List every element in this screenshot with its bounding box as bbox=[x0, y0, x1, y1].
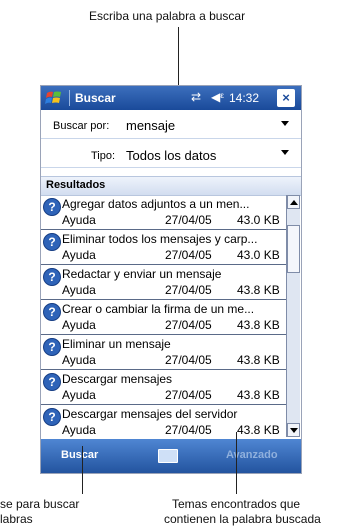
clock[interactable]: 14:32 bbox=[229, 91, 259, 105]
list-item[interactable]: ? Eliminar todos los mensajes y carp... … bbox=[41, 230, 286, 265]
search-button[interactable]: Buscar bbox=[61, 449, 98, 461]
item-category: Ayuda bbox=[62, 283, 96, 297]
item-size: 43.8 KB bbox=[237, 388, 280, 402]
title-bar: Buscar ⇄ ◀ᵋ 14:32 × bbox=[41, 86, 301, 110]
type-select[interactable]: Todos los datos bbox=[126, 148, 216, 163]
scroll-up-icon[interactable] bbox=[287, 195, 300, 209]
callout-bottom-right-1: Temas encontrados que bbox=[172, 497, 301, 511]
search-row: Buscar por: mensaje bbox=[41, 112, 301, 139]
item-date: 27/04/05 bbox=[165, 388, 212, 402]
list-item[interactable]: ? Descargar mensajes del servidor Ayuda … bbox=[41, 405, 286, 437]
item-size: 43.0 KB bbox=[237, 248, 280, 262]
item-date: 27/04/05 bbox=[165, 283, 212, 297]
search-dropdown-arrow-icon[interactable] bbox=[281, 121, 289, 126]
item-category: Ayuda bbox=[62, 353, 96, 367]
item-category: Ayuda bbox=[62, 248, 96, 262]
item-size: 43.8 KB bbox=[237, 353, 280, 367]
item-title: Crear o cambiar la firma de un me... bbox=[62, 302, 255, 316]
windows-logo-icon[interactable] bbox=[45, 89, 63, 107]
title-separator bbox=[69, 90, 70, 106]
item-title: Descargar mensajes bbox=[62, 372, 173, 386]
item-size: 43.8 KB bbox=[237, 423, 280, 437]
list-item[interactable]: ? Eliminar un mensaje Ayuda 27/04/05 43.… bbox=[41, 335, 286, 370]
callout-bottom-left-1: se para buscar bbox=[0, 497, 80, 511]
sync-icon[interactable]: ⇄ bbox=[191, 90, 201, 104]
item-title: Eliminar todos los mensajes y carp... bbox=[62, 232, 258, 246]
item-category: Ayuda bbox=[62, 318, 96, 332]
volume-icon[interactable]: ◀ᵋ bbox=[211, 90, 224, 104]
help-icon: ? bbox=[43, 198, 61, 216]
type-label: Tipo: bbox=[91, 150, 116, 162]
help-icon: ? bbox=[43, 338, 61, 356]
help-icon: ? bbox=[43, 303, 61, 321]
list-item[interactable]: ? Agregar datos adjuntos a un men... Ayu… bbox=[41, 195, 286, 230]
advanced-button[interactable]: Avanzado bbox=[226, 449, 278, 461]
type-row: Tipo: Todos los datos bbox=[41, 141, 301, 168]
item-category: Ayuda bbox=[62, 213, 96, 227]
item-category: Ayuda bbox=[62, 388, 96, 402]
item-date: 27/04/05 bbox=[165, 423, 212, 437]
help-icon: ? bbox=[43, 373, 61, 391]
results-title: Resultados bbox=[46, 179, 106, 191]
results-header: Resultados bbox=[41, 176, 301, 196]
type-dropdown-arrow-icon[interactable] bbox=[281, 150, 289, 155]
callout-top: Escriba una palabra a buscar bbox=[89, 9, 246, 23]
help-icon: ? bbox=[43, 268, 61, 286]
callout-bottom-right-2: contienen la palabra buscada bbox=[164, 512, 321, 526]
item-title: Agregar datos adjuntos a un men... bbox=[62, 197, 250, 211]
list-item[interactable]: ? Crear o cambiar la firma de un me... A… bbox=[41, 300, 286, 335]
results-scrollbar[interactable] bbox=[286, 195, 300, 437]
callout-bottom-left-2: labras bbox=[0, 512, 33, 526]
item-category: Ayuda bbox=[62, 423, 96, 437]
list-item[interactable]: ? Descargar mensajes Ayuda 27/04/05 43.8… bbox=[41, 370, 286, 405]
item-date: 27/04/05 bbox=[165, 318, 212, 332]
search-input[interactable]: mensaje bbox=[126, 118, 175, 133]
help-icon: ? bbox=[43, 233, 61, 251]
app-title: Buscar bbox=[75, 91, 116, 105]
item-title: Descargar mensajes del servidor bbox=[62, 407, 238, 421]
menu-bar: Buscar Avanzado bbox=[41, 439, 301, 473]
item-title: Redactar y enviar un mensaje bbox=[62, 267, 222, 281]
scroll-down-icon[interactable] bbox=[287, 423, 300, 437]
item-size: 43.8 KB bbox=[237, 283, 280, 297]
item-date: 27/04/05 bbox=[165, 213, 212, 227]
item-title: Eliminar un mensaje bbox=[62, 337, 171, 351]
close-icon[interactable]: × bbox=[277, 89, 295, 107]
item-date: 27/04/05 bbox=[165, 248, 212, 262]
callout-right-line bbox=[236, 432, 237, 494]
results-list: ? Agregar datos adjuntos a un men... Ayu… bbox=[41, 195, 286, 437]
item-size: 43.0 KB bbox=[237, 213, 280, 227]
help-icon: ? bbox=[43, 408, 61, 426]
item-size: 43.8 KB bbox=[237, 318, 280, 332]
item-date: 27/04/05 bbox=[165, 353, 212, 367]
callout-left-line bbox=[82, 446, 83, 494]
device-screen: Buscar ⇄ ◀ᵋ 14:32 × Buscar por: mensaje … bbox=[40, 85, 302, 474]
search-label: Buscar por: bbox=[53, 120, 110, 132]
scroll-thumb[interactable] bbox=[287, 225, 300, 273]
list-item[interactable]: ? Redactar y enviar un mensaje Ayuda 27/… bbox=[41, 265, 286, 300]
keyboard-icon[interactable] bbox=[158, 449, 178, 463]
